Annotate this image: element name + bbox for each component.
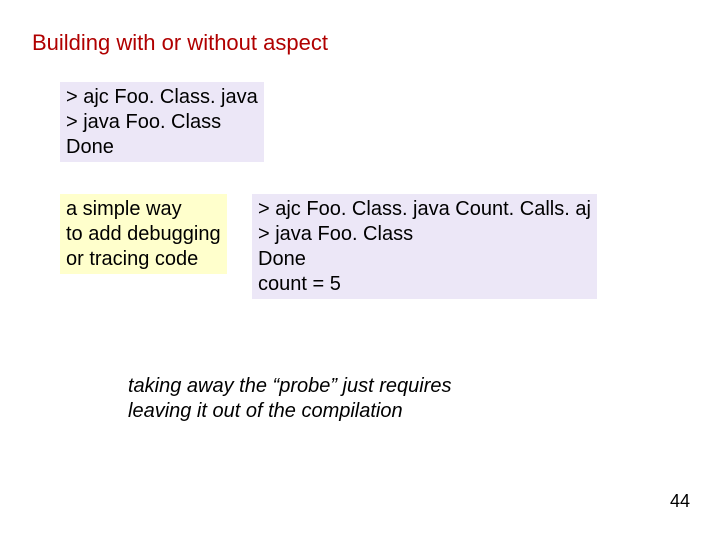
note-box: a simple way to add debugging or tracing… bbox=[60, 194, 227, 274]
code-line: > ajc Foo. Class. java bbox=[66, 86, 258, 108]
code-line: Done bbox=[258, 248, 306, 270]
page-number: 44 bbox=[670, 491, 690, 512]
code-line: > java Foo. Class bbox=[258, 223, 413, 245]
footer-caption: taking away the “probe” just requires le… bbox=[128, 374, 452, 424]
slide-title: Building with or without aspect bbox=[32, 30, 328, 56]
note-line: a simple way bbox=[66, 198, 182, 220]
code-line: count = 5 bbox=[258, 273, 341, 295]
code-block-with-aspect: > ajc Foo. Class. java Count. Calls. aj … bbox=[252, 194, 597, 299]
code-line: Done bbox=[66, 136, 114, 158]
code-line: > java Foo. Class bbox=[66, 111, 221, 133]
footer-line: taking away the “probe” just requires bbox=[128, 375, 452, 397]
note-line: to add debugging bbox=[66, 223, 221, 245]
code-block-without-aspect: > ajc Foo. Class. java > java Foo. Class… bbox=[60, 82, 264, 162]
footer-line: leaving it out of the compilation bbox=[128, 400, 403, 422]
slide: Building with or without aspect > ajc Fo… bbox=[0, 0, 720, 540]
note-line: or tracing code bbox=[66, 248, 198, 270]
code-line: > ajc Foo. Class. java Count. Calls. aj bbox=[258, 198, 591, 220]
